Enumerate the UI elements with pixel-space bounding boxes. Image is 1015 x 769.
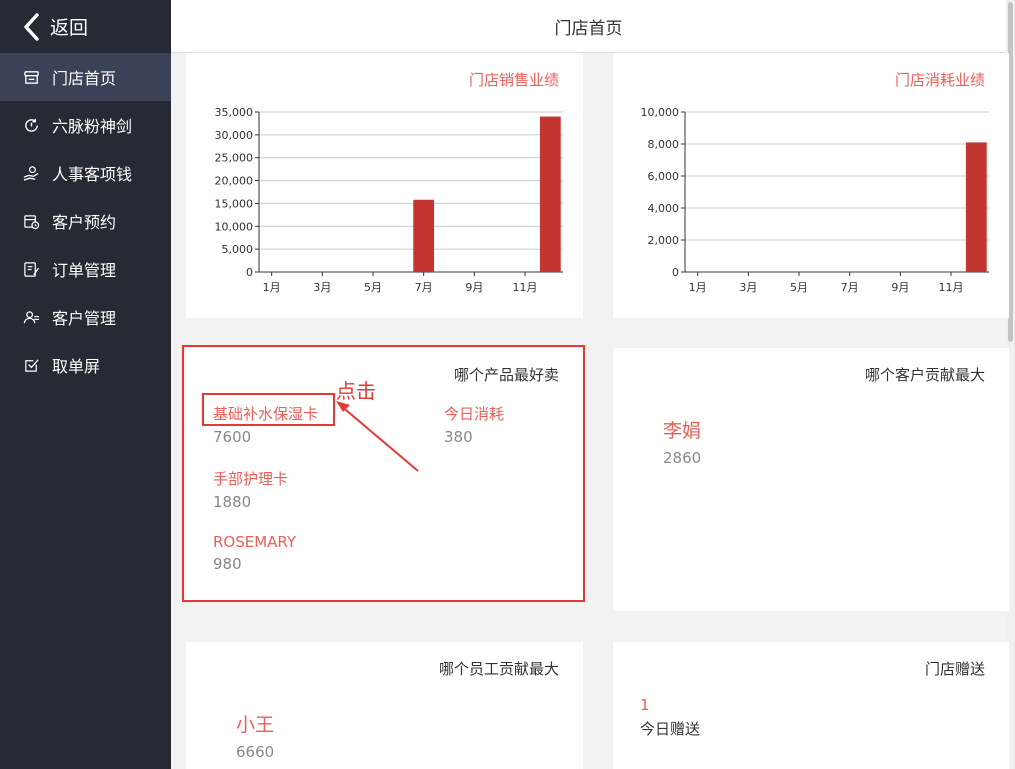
x-tick-label: 7月 — [841, 281, 859, 294]
top-customer-card: 哪个客户贡献最大 李娟 2860 — [613, 348, 1009, 611]
sidebar-item-label: 人事客项钱 — [52, 165, 133, 184]
product-value: 1880 — [213, 493, 252, 511]
page-title: 门店首页 — [554, 18, 623, 39]
annotation-arrow-icon — [336, 401, 419, 472]
users-icon — [22, 308, 40, 326]
x-tick-label: 1月 — [263, 281, 281, 294]
product-name[interactable]: 今日消耗 — [444, 403, 504, 424]
x-tick-label: 5月 — [790, 281, 808, 294]
product-value: 380 — [444, 428, 473, 446]
hand-coin-icon — [22, 164, 40, 182]
best-products-title: 哪个产品最好卖 — [453, 366, 559, 384]
sidebar-item-store-home[interactable]: 门店首页 — [0, 53, 171, 101]
x-tick-label: 1月 — [689, 281, 707, 294]
y-tick-label: 25,000 — [215, 152, 254, 165]
sidebar-item-label: 客户预约 — [52, 213, 117, 232]
sidebar: 返回 门店首页 六脉粉神剑 人事客项钱 客户预约 订单管理 客户管理 取单屏 — [0, 0, 171, 769]
customer-name[interactable]: 李娟 — [663, 416, 701, 443]
page-header: 门店首页 — [171, 0, 1006, 53]
bar — [539, 116, 561, 272]
staff-value: 6660 — [236, 743, 275, 761]
checkbox-icon — [22, 356, 40, 374]
x-tick-label: 11月 — [513, 281, 538, 294]
y-tick-label: 8,000 — [648, 138, 680, 151]
y-tick-label: 0 — [246, 266, 253, 279]
sidebar-item-liumai[interactable]: 六脉粉神剑 — [0, 101, 171, 149]
calendar-clock-icon — [22, 212, 40, 230]
sidebar-item-appointment[interactable]: 客户预约 — [0, 197, 171, 245]
product-value: 980 — [213, 555, 242, 573]
y-tick-label: 10,000 — [641, 106, 680, 119]
top-staff-title: 哪个员工贡献最大 — [438, 660, 559, 678]
sidebar-nav: 门店首页 六脉粉神剑 人事客项钱 客户预约 订单管理 客户管理 取单屏 — [0, 53, 171, 389]
edit-document-icon — [22, 260, 40, 278]
y-tick-label: 5,000 — [222, 243, 254, 256]
gift-count: 1 — [640, 696, 650, 714]
y-tick-label: 6,000 — [648, 170, 680, 183]
chevron-left-icon — [24, 12, 39, 41]
y-tick-label: 30,000 — [215, 129, 254, 142]
x-tick-label: 9月 — [465, 281, 483, 294]
sidebar-item-pickup-screen[interactable]: 取单屏 — [0, 341, 171, 389]
product-value: 7600 — [213, 428, 252, 446]
gift-label: 今日赠送 — [640, 720, 701, 738]
product-item[interactable]: 今日消耗 380 — [444, 403, 504, 446]
store-gift-title: 门店赠送 — [924, 660, 985, 678]
product-name[interactable]: 手部护理卡 — [213, 468, 288, 489]
sidebar-item-label: 客户管理 — [52, 309, 117, 328]
x-tick-label: 7月 — [415, 281, 433, 294]
sidebar-item-orders[interactable]: 订单管理 — [0, 245, 171, 293]
consume-chart-card: 门店消耗业绩 0 2,000 4,000 6,000 8,000 10,000 1月 3月 5月… — [613, 53, 1009, 318]
sidebar-item-label: 取单屏 — [52, 357, 101, 376]
sales-bar-chart: 0 5,000 10,000 15,000 20,000 25,000 30,000 35,0… — [215, 106, 563, 294]
x-tick-label: 3月 — [739, 281, 757, 294]
sidebar-item-customers[interactable]: 客户管理 — [0, 293, 171, 341]
top-staff-card: 哪个员工贡献最大 小王 6660 — [186, 642, 583, 769]
product-item[interactable]: ROSEMARY 980 — [213, 533, 296, 573]
sidebar-item-label: 六脉粉神剑 — [52, 117, 133, 136]
top-customer-title: 哪个客户贡献最大 — [864, 366, 985, 384]
store-icon — [22, 68, 40, 86]
y-tick-label: 0 — [672, 266, 679, 279]
y-tick-label: 2,000 — [648, 234, 680, 247]
customer-value: 2860 — [663, 449, 702, 467]
sidebar-item-renshi[interactable]: 人事客项钱 — [0, 149, 171, 197]
sales-chart-card: 门店销售业绩 0 5,000 10,000 15,000 20,000 25,000 30,… — [186, 53, 583, 318]
back-button[interactable]: 返回 — [0, 0, 171, 53]
bar — [965, 142, 987, 272]
y-tick-label: 20,000 — [215, 175, 254, 188]
product-name[interactable]: 基础补水保湿卡 — [213, 403, 318, 424]
sidebar-item-label: 门店首页 — [52, 69, 117, 88]
x-tick-label: 3月 — [313, 281, 331, 294]
back-label: 返回 — [50, 17, 89, 39]
product-name[interactable]: ROSEMARY — [213, 533, 296, 551]
staff-name[interactable]: 小王 — [236, 710, 274, 737]
bar — [413, 199, 435, 272]
x-tick-label: 11月 — [939, 281, 964, 294]
consume-bar-chart: 0 2,000 4,000 6,000 8,000 10,000 1月 3月 5月 7月 9月 11月 — [641, 106, 989, 294]
y-tick-label: 4,000 — [648, 202, 680, 215]
y-tick-label: 35,000 — [215, 106, 254, 119]
x-tick-label: 5月 — [364, 281, 382, 294]
store-gift-card: 门店赠送 1 今日赠送 — [613, 642, 1009, 769]
refresh-icon — [22, 116, 40, 134]
y-tick-label: 10,000 — [215, 220, 254, 233]
product-item[interactable]: 手部护理卡 1880 — [213, 468, 288, 511]
x-tick-label: 9月 — [891, 281, 909, 294]
product-item[interactable]: 基础补水保湿卡 7600 — [213, 403, 318, 446]
y-tick-label: 15,000 — [215, 197, 254, 210]
sidebar-item-label: 订单管理 — [52, 261, 117, 280]
